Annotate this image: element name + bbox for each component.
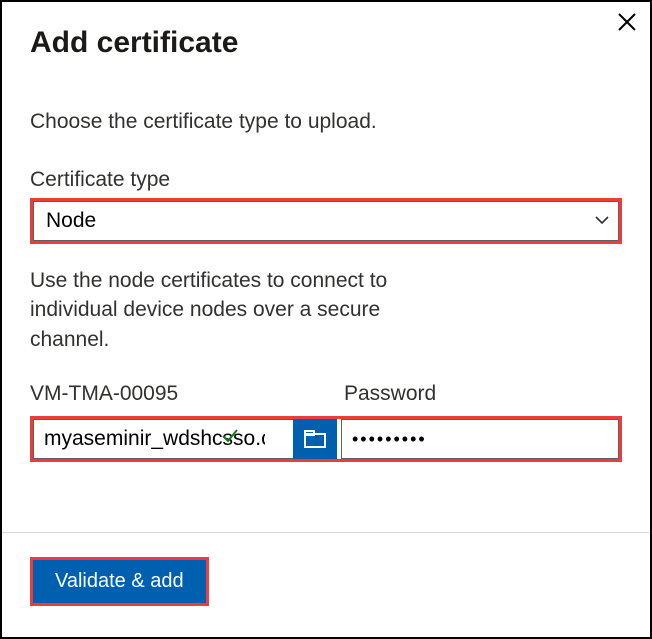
password-field-label: Password <box>344 382 622 406</box>
folder-open-icon <box>303 429 327 449</box>
certificate-type-label: Certificate type <box>30 168 622 192</box>
certificate-type-description: Use the node certificates to connect to … <box>30 266 460 354</box>
validate-and-add-button[interactable]: Validate & add <box>33 560 206 603</box>
intro-text: Choose the certificate type to upload. <box>30 110 622 134</box>
close-icon <box>618 13 636 31</box>
close-button[interactable] <box>614 8 640 40</box>
browse-file-button[interactable] <box>293 419 337 459</box>
page-title: Add certificate <box>30 26 622 60</box>
certificate-type-select[interactable] <box>33 201 619 241</box>
file-field-label: VM-TMA-00095 <box>30 382 340 406</box>
certificate-file-input[interactable] <box>33 419 293 459</box>
password-input[interactable] <box>341 419 619 459</box>
